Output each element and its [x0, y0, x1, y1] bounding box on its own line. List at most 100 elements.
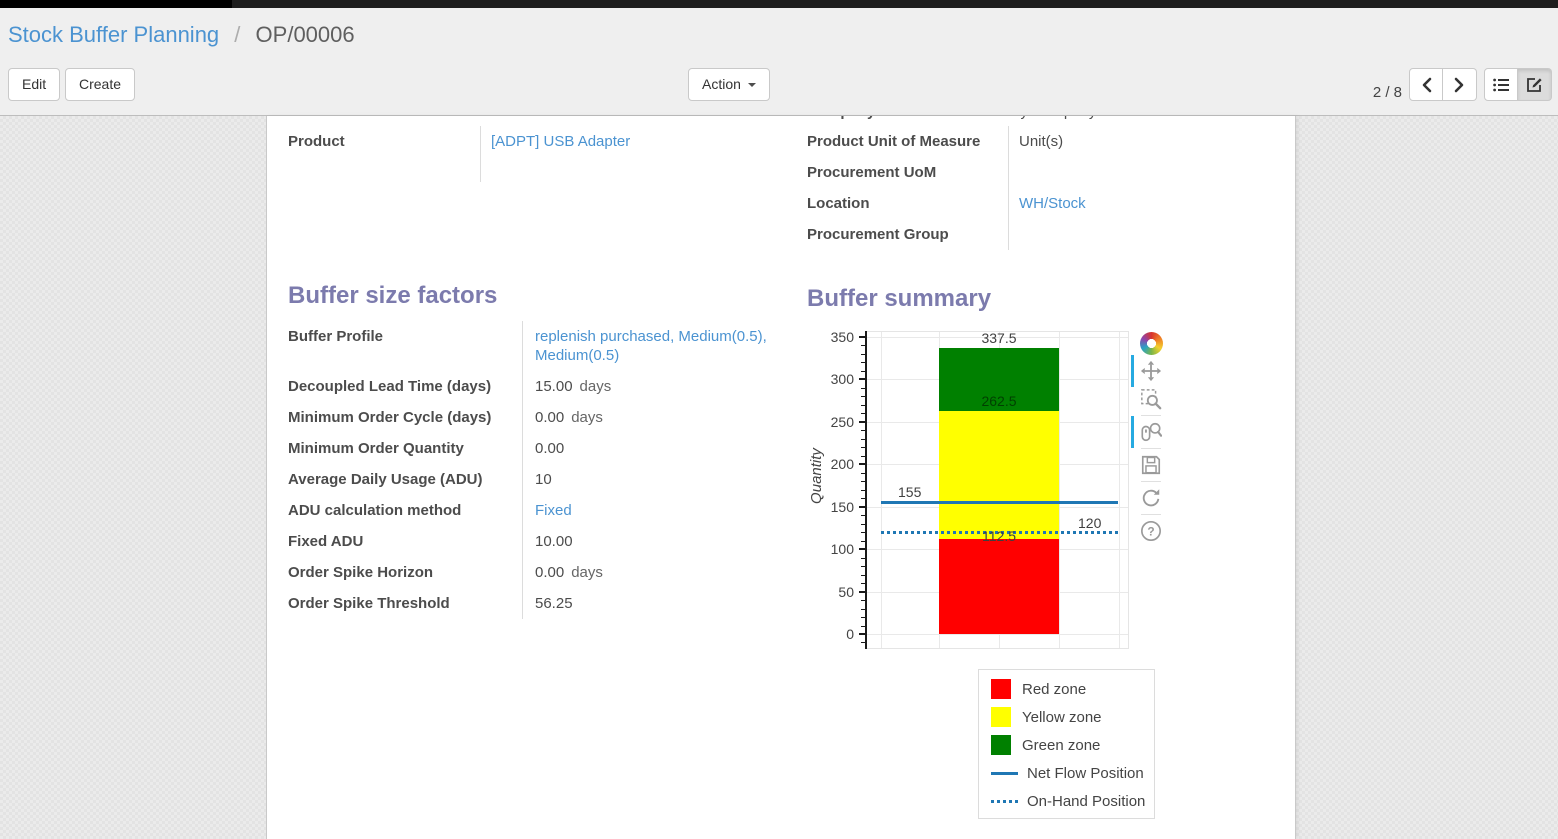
y-major-tick: [859, 378, 866, 380]
field-row: Decoupled Lead Time (days)15.00days: [288, 371, 777, 402]
y-minor-tick: [861, 430, 866, 431]
toolbar-separator: [1141, 448, 1161, 449]
pager-previous-button[interactable]: [1409, 68, 1443, 101]
y-major-tick: [859, 548, 866, 550]
field-value-cell: Unit(s): [1009, 126, 1278, 157]
field-row: Average Daily Usage (ADU)10: [288, 464, 777, 495]
legend-item[interactable]: Red zone: [991, 679, 1144, 699]
y-minor-tick: [861, 354, 866, 355]
v-gridline: [1119, 332, 1120, 648]
y-minor-tick: [861, 558, 866, 559]
field-label: Minimum Order Quantity: [288, 433, 523, 464]
svg-text:?: ?: [1147, 525, 1154, 539]
chart-plot-area[interactable]: 050100150200250300350Quantity337.5262.51…: [804, 329, 1176, 669]
help-icon[interactable]: ?: [1138, 518, 1164, 544]
wheel-zoom-icon[interactable]: [1138, 419, 1164, 445]
field-label: Location: [807, 188, 1009, 219]
field-value-cell: WH/Stock: [1009, 188, 1278, 219]
buffer-factors-group: Buffer Profilereplenish purchased, Mediu…: [288, 321, 777, 619]
legend-item[interactable]: Yellow zone: [991, 707, 1144, 727]
field-label: ADU calculation method: [288, 495, 523, 526]
field-value-link[interactable]: [ADPT] USB Adapter: [491, 133, 630, 150]
form-edit-icon: [1526, 76, 1543, 93]
chevron-left-icon: [1421, 77, 1432, 93]
action-dropdown-label: Action: [702, 76, 741, 92]
list-icon: [1493, 78, 1509, 92]
legend-label: Net Flow Position: [1027, 765, 1144, 782]
field-value-suffix: days: [571, 564, 603, 581]
list-view-button[interactable]: [1484, 68, 1518, 101]
product-group-right: Product Unit of Measure Unit(s) Procuremen…: [807, 126, 1277, 250]
field-label: Product Unit of Measure: [807, 126, 1009, 157]
toolbar-separator: [1141, 481, 1161, 482]
y-minor-tick: [861, 345, 866, 346]
legend-item[interactable]: Green zone: [991, 735, 1144, 755]
field-row: Procurement Group: [807, 219, 1277, 250]
field-row: Minimum Order Quantity0.00: [288, 433, 777, 464]
y-minor-tick: [861, 396, 866, 397]
field-row: Fixed ADU 10.00: [288, 526, 777, 557]
field-value-link[interactable]: replenish purchased, Medium(0.5), Medium…: [535, 328, 767, 364]
y-tick-label: 300: [804, 371, 854, 387]
legend-label: Yellow zone: [1022, 709, 1102, 726]
breadcrumb-parent-link[interactable]: Stock Buffer Planning: [8, 22, 219, 47]
y-major-tick: [859, 633, 866, 635]
breadcrumb-current: OP/00006: [256, 22, 355, 47]
pan-icon[interactable]: [1138, 358, 1164, 384]
y-minor-tick: [861, 617, 866, 618]
chevron-right-icon: [1454, 77, 1465, 93]
box-zoom-icon[interactable]: [1138, 386, 1164, 412]
chart-value-label: 155: [898, 485, 921, 500]
form-view-button[interactable]: [1518, 68, 1552, 101]
legend-label: Green zone: [1022, 737, 1100, 754]
y-major-tick: [859, 591, 866, 593]
field-value: 15.00: [535, 378, 573, 395]
field-label: Minimum Order Cycle (days): [288, 402, 523, 433]
red-zone-swatch: [991, 679, 1011, 699]
field-value: Unit(s): [1019, 133, 1063, 150]
y-minor-tick: [861, 642, 866, 643]
y-minor-tick: [861, 456, 866, 457]
top-menu-bar-segment: [0, 0, 232, 8]
create-button[interactable]: Create: [65, 68, 135, 101]
action-dropdown-button[interactable]: Action: [688, 68, 770, 101]
v-gridline: [881, 332, 882, 648]
y-minor-tick: [861, 626, 866, 627]
field-row: Order Spike Horizon0.00days: [288, 557, 777, 588]
yellow-zone: [939, 411, 1059, 538]
field-value-cell: 15.00days: [523, 371, 778, 402]
clipped-company-row: Company My Company: [807, 116, 1277, 122]
field-value: 10.00: [535, 533, 573, 550]
y-minor-tick: [861, 405, 866, 406]
field-value: 10: [535, 471, 552, 488]
field-label: Fixed ADU: [288, 526, 523, 557]
net-flow-position-line: [881, 501, 1118, 504]
field-label: Order Spike Horizon: [288, 557, 523, 588]
pager-nav: [1409, 68, 1477, 101]
save-icon[interactable]: [1138, 452, 1164, 478]
y-minor-tick: [861, 481, 866, 482]
y-major-tick: [859, 421, 866, 423]
y-minor-tick: [861, 600, 866, 601]
bokeh-logo-icon[interactable]: [1138, 330, 1164, 356]
y-minor-tick: [861, 362, 866, 363]
chevron-down-icon: [748, 83, 756, 87]
field-label: Order Spike Threshold: [288, 588, 523, 619]
field-value-cell: replenish purchased, Medium(0.5), Medium…: [523, 321, 778, 371]
pager-counter: 2 / 8: [1352, 76, 1402, 109]
legend-item[interactable]: On-Hand Position: [991, 791, 1144, 811]
reset-icon[interactable]: [1138, 485, 1164, 511]
field-value-link[interactable]: WH/Stock: [1019, 195, 1086, 212]
breadcrumb-separator: /: [234, 22, 240, 47]
edit-button[interactable]: Edit: [8, 68, 60, 101]
y-major-tick: [859, 506, 866, 508]
field-value-link[interactable]: Fixed: [535, 502, 572, 519]
y-minor-tick: [861, 473, 866, 474]
y-minor-tick: [861, 439, 866, 440]
top-menu-bar: [0, 0, 1558, 8]
legend-item[interactable]: Net Flow Position: [991, 763, 1144, 783]
pager-next-button[interactable]: [1443, 68, 1477, 101]
section-title-buffer-summary: Buffer summary: [807, 285, 991, 313]
y-minor-tick: [861, 388, 866, 389]
chart-value-label: 262.5: [981, 394, 1016, 409]
